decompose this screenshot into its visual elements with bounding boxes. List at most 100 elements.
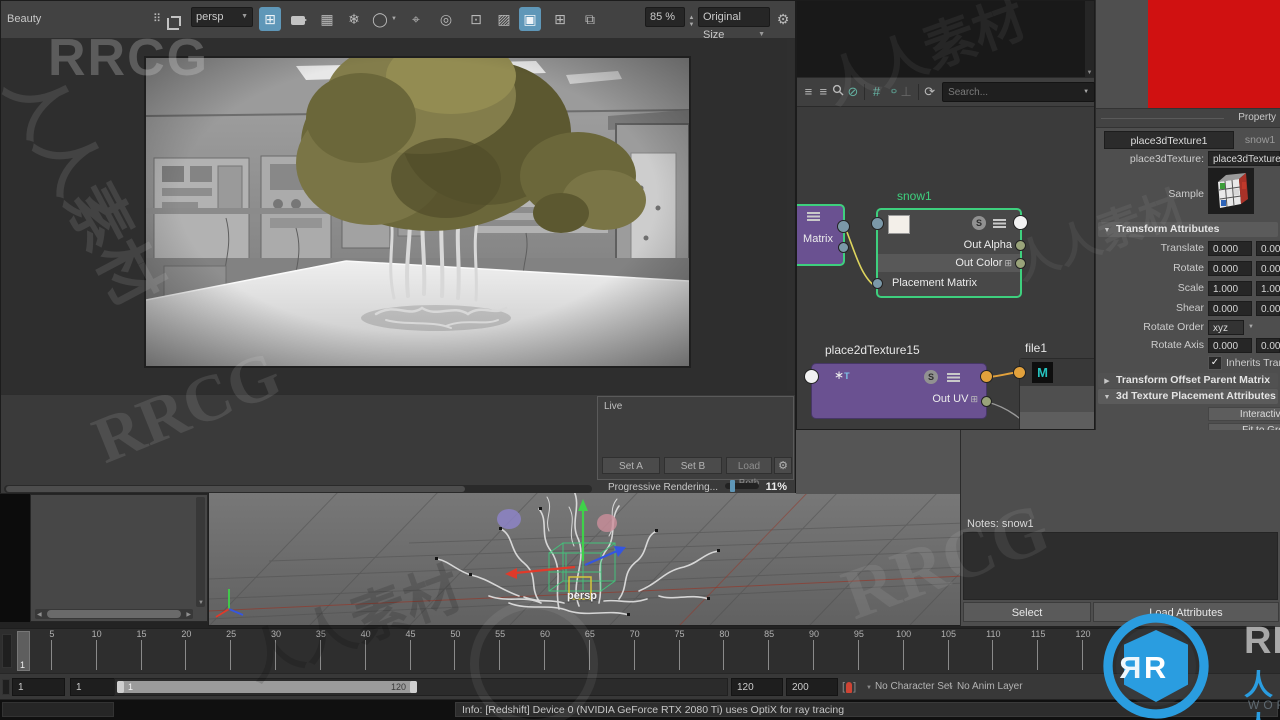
snapshot-gear-icon[interactable]: ⚙ bbox=[774, 457, 792, 474]
focus-region-icon[interactable]: ◎ bbox=[435, 7, 457, 31]
zoom-value-field[interactable]: 85 % bbox=[645, 7, 685, 27]
range-slider-range[interactable]: 1 120 bbox=[117, 681, 417, 693]
snow-swatch[interactable] bbox=[888, 215, 910, 234]
shear-x-field[interactable]: 0.000 bbox=[1208, 301, 1252, 316]
port-placement-matrix[interactable] bbox=[872, 278, 883, 289]
set-a-button[interactable]: Set A bbox=[602, 457, 660, 474]
chevron-down-icon[interactable]: ▼ bbox=[1083, 89, 1089, 95]
anim-end-field[interactable]: 200 bbox=[786, 678, 838, 696]
port-snow-output[interactable] bbox=[1013, 215, 1028, 230]
scroll-right-icon[interactable]: ▶ bbox=[186, 611, 191, 618]
aov-grid-icon[interactable]: ▦ bbox=[316, 7, 338, 31]
current-time-marker[interactable]: 1 bbox=[17, 631, 30, 671]
section-transform-attributes[interactable]: ▼ Transform Attributes bbox=[1098, 222, 1278, 237]
gear-icon[interactable]: ⚙ bbox=[772, 7, 794, 31]
scroll-down-icon[interactable]: ▼ bbox=[1085, 70, 1094, 76]
target-region-icon[interactable]: ⌖ bbox=[405, 7, 427, 31]
port-out-matrix[interactable] bbox=[837, 220, 850, 233]
scroll-left-icon[interactable]: ◀ bbox=[37, 611, 42, 618]
range-handle-right[interactable] bbox=[410, 681, 417, 693]
anim-layer-dropdown[interactable]: ▼ No Anim Layer bbox=[948, 678, 1023, 696]
port-out-color[interactable] bbox=[1015, 258, 1026, 269]
chevron-down-icon[interactable]: ▼ bbox=[391, 7, 397, 31]
select-button[interactable]: Select bbox=[963, 602, 1091, 622]
sample-swatch[interactable] bbox=[1208, 168, 1254, 214]
zoom-stepper[interactable]: ▲ ▼ bbox=[687, 10, 696, 34]
detail-view-icon[interactable]: ≡ bbox=[817, 82, 830, 102]
node-title-snow1[interactable]: snow1 bbox=[897, 189, 932, 203]
scrollbar-thumb[interactable] bbox=[47, 610, 181, 618]
refresh-icon[interactable]: ⟳ bbox=[923, 82, 936, 102]
section-offset-parent-matrix[interactable]: ▶ Transform Offset Parent Matrix bbox=[1098, 373, 1278, 388]
top-panel-scrollbar[interactable]: ▼ bbox=[1085, 1, 1094, 77]
rotate-order-select[interactable]: xyz bbox=[1208, 320, 1244, 335]
list-view-icon[interactable]: ≡ bbox=[802, 82, 815, 102]
render-view-horizontal-scrollbar[interactable] bbox=[4, 485, 592, 493]
node-place3dtexture-matrix[interactable]: Matrix bbox=[797, 204, 850, 266]
notes-textarea[interactable] bbox=[963, 532, 1278, 600]
camera-select[interactable]: persp ▼ bbox=[191, 7, 253, 27]
load-attributes-button[interactable]: Load Attributes bbox=[1093, 602, 1279, 622]
search-icon[interactable] bbox=[832, 82, 845, 102]
anim-start-field[interactable]: 1 bbox=[12, 678, 65, 696]
node-row-placement-matrix[interactable]: Placement Matrix bbox=[878, 274, 1020, 292]
port-file-input[interactable] bbox=[1013, 366, 1026, 379]
scale-y-field[interactable]: 1.000 bbox=[1256, 281, 1280, 296]
port-p2d-output[interactable] bbox=[980, 370, 993, 383]
snap-render-button[interactable]: ⊞ bbox=[259, 7, 281, 31]
bucket-toggle-button[interactable]: ▣ bbox=[519, 7, 541, 31]
port-out-uv[interactable] bbox=[981, 396, 992, 407]
translate-y-field[interactable]: 0.000 bbox=[1256, 241, 1280, 256]
node-title-file1[interactable]: file1 bbox=[1025, 341, 1047, 355]
rotate-x-field[interactable]: 0.000 bbox=[1208, 261, 1252, 276]
command-line-field[interactable] bbox=[2, 702, 114, 717]
node-snow1[interactable]: S Out Alpha Out Color ⊞ Placement Matrix bbox=[871, 208, 1028, 298]
render-view-vertical-scrollbar[interactable] bbox=[787, 39, 794, 391]
horizontal-scrollbar[interactable]: ◀ ▶ bbox=[35, 609, 193, 619]
tab-snow1[interactable]: snow1 bbox=[1238, 131, 1280, 149]
timeline-ruler[interactable]: 5 10 15 20 25 30 35 40 45 50 55 60 65 70 75 80 85 90 95 100… bbox=[16, 629, 1092, 673]
port-snow-input[interactable] bbox=[871, 217, 884, 230]
playback-end-field[interactable]: 120 bbox=[731, 678, 783, 696]
snowflake-icon[interactable]: ❄ bbox=[343, 7, 365, 31]
time-slider[interactable]: 5 10 15 20 25 30 35 40 45 50 55 60 65 70 75 80 85 90 95 100… bbox=[0, 628, 1280, 673]
scroll-down-icon[interactable]: ▼ bbox=[198, 600, 204, 606]
range-slider-groove[interactable]: 1 120 bbox=[114, 678, 728, 696]
node-file1[interactable]: M bbox=[1013, 358, 1094, 429]
node-title-place2dtexture15[interactable]: place2dTexture15 bbox=[825, 343, 920, 357]
node-place2dtexture15[interactable]: ∗T S Out UV ⊞ bbox=[804, 363, 993, 419]
box-region-icon[interactable]: ⊡ bbox=[465, 7, 487, 31]
search-input[interactable] bbox=[942, 82, 1096, 102]
character-set-dropdown[interactable]: ▼ No Character Set bbox=[866, 678, 952, 696]
node-row-out-alpha[interactable]: Out Alpha bbox=[878, 236, 1020, 254]
port-p2d-input[interactable] bbox=[804, 369, 819, 384]
interactive-placement-button[interactable]: Interactive bbox=[1208, 407, 1280, 421]
grid-snap-icon[interactable]: # bbox=[870, 82, 883, 102]
link-icon[interactable]: ○○ bbox=[885, 82, 898, 102]
tab-place3dtexture1[interactable]: place3dTexture1 bbox=[1104, 131, 1234, 149]
pin-icon[interactable]: ⊥ bbox=[900, 82, 913, 102]
rotate-axis-x-field[interactable]: 0.000 bbox=[1208, 338, 1252, 353]
translate-x-field[interactable]: 0.000 bbox=[1208, 241, 1252, 256]
diagonal-stripes-icon[interactable]: ▨ bbox=[493, 7, 515, 31]
aov-pass-dropdown[interactable]: Beauty bbox=[7, 7, 41, 31]
vertical-scrollbar[interactable]: ▼ bbox=[196, 497, 205, 607]
node-row-matrix[interactable]: Matrix bbox=[797, 230, 843, 248]
auto-keyframe-icon[interactable]: [] bbox=[842, 678, 856, 696]
scale-x-field[interactable]: 1.000 bbox=[1208, 281, 1252, 296]
crop-region-icon[interactable] bbox=[167, 12, 181, 36]
red-color-swatch[interactable] bbox=[1148, 0, 1280, 108]
chevron-down-icon[interactable]: ▼ bbox=[1248, 324, 1254, 330]
node-row-out-uv[interactable]: Out UV ⊞ bbox=[812, 390, 986, 408]
node-row-out-color[interactable]: Out Color ⊞ bbox=[878, 254, 1020, 272]
perspective-viewport[interactable]: persp bbox=[208, 490, 963, 626]
range-handle-left[interactable] bbox=[117, 681, 124, 693]
port-matrix-row[interactable] bbox=[838, 242, 849, 253]
add-snapshot-icon[interactable]: ⊞ bbox=[549, 7, 571, 31]
rotate-y-field[interactable]: 0.000 bbox=[1256, 261, 1280, 276]
render-camera-icon[interactable] bbox=[287, 7, 309, 31]
set-b-button[interactable]: Set B bbox=[664, 457, 722, 474]
node-editor-canvas[interactable]: Matrix snow1 S Out Alpha Out Color ⊞ Plac… bbox=[797, 107, 1094, 429]
port-out-alpha[interactable] bbox=[1015, 240, 1026, 251]
progress-slider[interactable] bbox=[724, 480, 759, 492]
